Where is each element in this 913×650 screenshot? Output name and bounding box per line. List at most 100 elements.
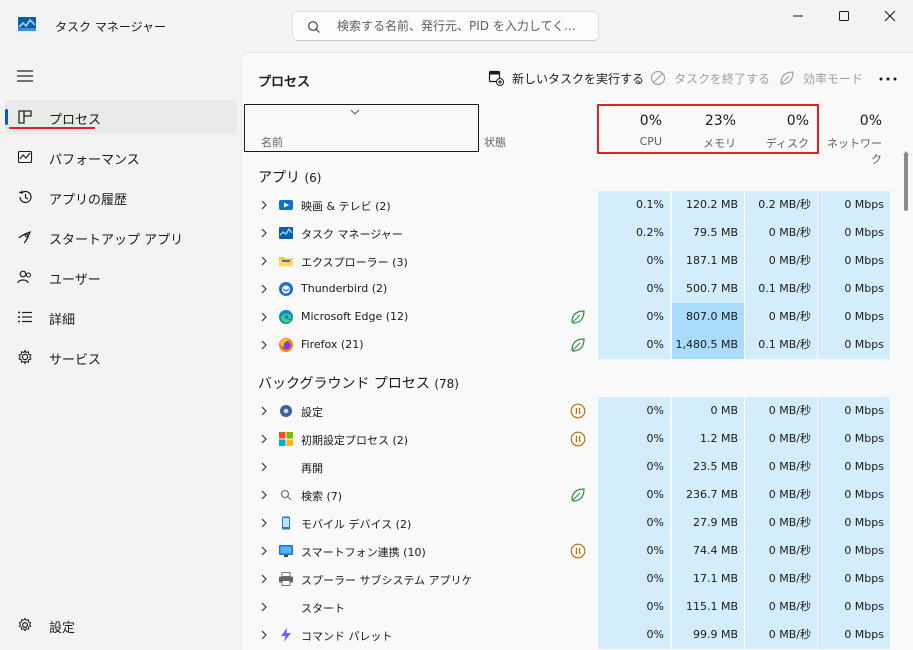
process-name: エクスプローラー (3) — [301, 254, 408, 270]
run-new-task-button[interactable]: 新しいタスクを実行する — [488, 69, 644, 87]
sidebar-item-users[interactable]: ユーザー — [5, 260, 237, 294]
status-column-header[interactable]: 状態 — [484, 134, 506, 150]
end-task-icon — [650, 70, 666, 86]
run-new-task-label: 新しいタスクを実行する — [512, 72, 645, 86]
process-row[interactable]: タスク マネージャー 0.2% 79.5 MB 0 MB/秒 0 Mbps — [242, 219, 913, 247]
memory-cell: 17.1 MB — [672, 565, 744, 593]
network-total: 0% — [859, 113, 882, 129]
hamburger-button[interactable] — [10, 62, 40, 90]
network-cell: 0 Mbps — [818, 425, 890, 453]
expand-chevron-icon[interactable] — [261, 256, 267, 266]
sidebar-item-startup-apps[interactable]: スタートアップ アプリ — [5, 220, 237, 254]
network-cell: 0 Mbps — [818, 453, 890, 481]
scroll-up-button[interactable] — [902, 145, 910, 155]
details-icon — [18, 311, 32, 323]
movies-tv-icon — [278, 197, 294, 213]
expand-chevron-icon[interactable] — [261, 312, 267, 322]
disk-cell: 0 MB/秒 — [745, 481, 817, 509]
process-row[interactable]: モバイル デバイス (2) 0% 27.9 MB 0 MB/秒 0 Mbps — [242, 509, 913, 537]
edge-icon — [278, 309, 294, 325]
search-box[interactable] — [292, 11, 599, 41]
process-row[interactable]: Firefox (21) 0% 1,480.5 MB 0.1 MB/秒 0 Mb… — [242, 331, 913, 359]
expand-chevron-icon[interactable] — [261, 546, 267, 556]
process-count: (3) — [392, 256, 408, 269]
more-options-button[interactable] — [876, 69, 900, 89]
efficiency-mode-button[interactable]: 効率モード — [779, 69, 863, 87]
sidebar-item-performance[interactable]: パフォーマンス — [5, 140, 237, 174]
search-input[interactable] — [337, 17, 592, 35]
network-column-label: ネットワーク — [827, 137, 882, 166]
expand-chevron-icon[interactable] — [261, 490, 267, 500]
expand-chevron-icon[interactable] — [261, 284, 267, 294]
process-name: コマンド パレット — [301, 628, 393, 644]
status-empty — [570, 253, 586, 269]
process-name: 映画 & テレビ (2) — [301, 198, 391, 214]
process-row[interactable]: スプーラー サブシステム アプリケーシ... 0% 17.1 MB 0 MB/秒… — [242, 565, 913, 593]
process-name: スプーラー サブシステム アプリケーシ... — [301, 572, 471, 588]
process-name-text: モバイル デバイス — [301, 518, 393, 531]
paused-icon — [570, 543, 586, 559]
sidebar-item-services[interactable]: サービス — [5, 340, 237, 374]
efficiency-leaf-icon — [570, 337, 586, 353]
expand-chevron-icon[interactable] — [261, 630, 267, 640]
process-row[interactable]: 検索 (7) 0% 236.7 MB 0 MB/秒 0 Mbps — [242, 481, 913, 509]
expand-chevron-icon[interactable] — [261, 462, 267, 472]
process-name-text: スタート — [301, 602, 345, 615]
disk-cell: 0 MB/秒 — [745, 247, 817, 275]
expand-chevron-icon[interactable] — [261, 602, 267, 612]
expand-chevron-icon[interactable] — [261, 574, 267, 584]
disk-cell: 0.1 MB/秒 — [745, 275, 817, 303]
end-task-button[interactable]: タスクを終了する — [650, 69, 770, 87]
process-name-text: スマートフォン連携 — [301, 546, 400, 559]
expand-chevron-icon[interactable] — [261, 228, 267, 238]
sidebar-item-label: サービス — [49, 353, 102, 368]
sidebar-item-details[interactable]: 詳細 — [5, 300, 237, 334]
name-column-header[interactable]: 名前 — [244, 104, 479, 152]
efficiency-leaf-icon — [570, 309, 586, 325]
expand-chevron-icon[interactable] — [261, 518, 267, 528]
process-row[interactable]: Thunderbird (2) 0% 500.7 MB 0.1 MB/秒 0 M… — [242, 275, 913, 303]
efficiency-leaf-icon — [570, 487, 586, 503]
sidebar-settings-label: 設定 — [49, 621, 76, 636]
process-name-text: Microsoft Edge — [301, 310, 383, 323]
process-row[interactable]: スマートフォン連携 (10) 0% 74.4 MB 0 MB/秒 0 Mbps — [242, 537, 913, 565]
sidebar-item-settings[interactable]: 設定 — [5, 608, 237, 642]
expand-chevron-icon[interactable] — [261, 340, 267, 350]
services-icon — [18, 349, 32, 365]
memory-cell: 99.9 MB — [672, 621, 744, 649]
cpu-cell: 0% — [598, 593, 670, 621]
annotation-highlight-box — [597, 104, 819, 154]
expand-chevron-icon[interactable] — [261, 406, 267, 416]
maximize-button[interactable] — [821, 0, 867, 32]
process-name-text: 検索 — [301, 490, 323, 503]
cpu-cell: 0% — [598, 331, 670, 359]
network-cell: 0 Mbps — [818, 593, 890, 621]
disk-cell: 0 MB/秒 — [745, 397, 817, 425]
apps-section-title: アプリ (6) — [258, 167, 321, 187]
process-row[interactable]: エクスプローラー (3) 0% 187.1 MB 0 MB/秒 0 Mbps — [242, 247, 913, 275]
expand-chevron-icon[interactable] — [261, 200, 267, 210]
network-cell: 0 Mbps — [818, 481, 890, 509]
windows-logo-icon — [278, 431, 294, 447]
memory-cell: 74.4 MB — [672, 537, 744, 565]
minimize-button[interactable] — [775, 0, 821, 32]
network-cell: 0 Mbps — [818, 275, 890, 303]
memory-cell: 500.7 MB — [672, 275, 744, 303]
cpu-cell: 0% — [598, 275, 670, 303]
cpu-cell: 0.1% — [598, 191, 670, 219]
process-row[interactable]: 設定 0% 0 MB 0 MB/秒 0 Mbps — [242, 397, 913, 425]
network-cell: 0 Mbps — [818, 509, 890, 537]
cpu-cell: 0% — [598, 453, 670, 481]
process-row[interactable]: スタート 0% 115.1 MB 0 MB/秒 0 Mbps — [242, 593, 913, 621]
process-row[interactable]: 再開 0% 23.5 MB 0 MB/秒 0 Mbps — [242, 453, 913, 481]
cpu-cell: 0% — [598, 565, 670, 593]
expand-chevron-icon[interactable] — [261, 434, 267, 444]
process-row[interactable]: コマンド パレット 0% 99.9 MB 0 MB/秒 0 Mbps — [242, 621, 913, 649]
process-row[interactable]: 映画 & テレビ (2) 0.1% 120.2 MB 0.2 MB/秒 0 Mb… — [242, 191, 913, 219]
sidebar-item-app-history[interactable]: アプリの履歴 — [5, 180, 237, 214]
process-row[interactable]: 初期設定プロセス (2) 0% 1.2 MB 0 MB/秒 0 Mbps — [242, 425, 913, 453]
close-button[interactable] — [867, 0, 913, 32]
title-bar: タスク マネージャー — [0, 0, 913, 52]
network-column-header[interactable]: 0% ネットワーク — [818, 105, 890, 166]
process-row[interactable]: Microsoft Edge (12) 0% 807.0 MB 0 MB/秒 0… — [242, 303, 913, 331]
